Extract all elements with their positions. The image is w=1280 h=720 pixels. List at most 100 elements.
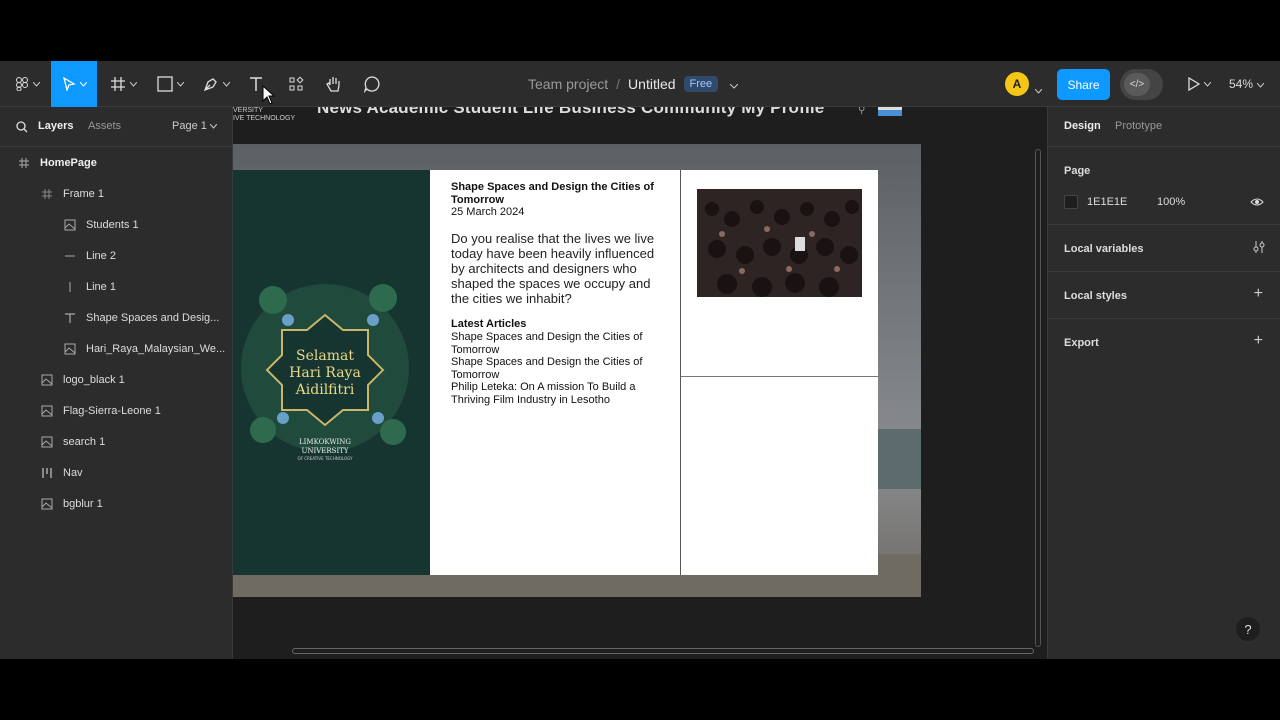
layer-row[interactable]: Hari_Raya_Malaysian_We... xyxy=(0,333,232,364)
homepage-frame[interactable]: VERSITY IVE TECHNOLOGY News Academic Stud… xyxy=(233,107,921,597)
layer-row[interactable]: Frame 1 xyxy=(0,178,232,209)
latest-articles-heading: Latest Articles xyxy=(451,318,527,330)
tab-assets[interactable]: Assets xyxy=(88,120,121,132)
chevron-down-icon[interactable] xyxy=(729,76,739,92)
plus-icon[interactable]: + xyxy=(1254,285,1263,303)
image-icon xyxy=(40,373,54,387)
local-variables-section[interactable]: Local variables xyxy=(1048,225,1280,272)
comment-tool-button[interactable] xyxy=(358,61,386,107)
figma-logo-icon xyxy=(15,77,28,91)
resources-button[interactable] xyxy=(282,61,310,107)
components-icon xyxy=(289,76,304,91)
layer-row[interactable]: Line 2 xyxy=(0,240,232,271)
text-icon xyxy=(63,311,77,325)
zoom-menu[interactable]: 54% xyxy=(1229,61,1265,107)
layer-name: Line 1 xyxy=(86,280,116,293)
layer-row[interactable]: logo_black 1 xyxy=(0,364,232,395)
latest-article-item: Shape Spaces and Design the Cities of To… xyxy=(451,331,643,356)
eye-icon[interactable] xyxy=(1250,195,1264,213)
layer-row[interactable]: Students 1 xyxy=(0,209,232,240)
layer-row[interactable]: HomePage xyxy=(0,147,232,178)
frame-icon xyxy=(40,187,54,201)
latest-article-item: Philip Leteka: On A mission To Build a T… xyxy=(451,381,636,406)
share-button[interactable]: Share xyxy=(1057,69,1110,100)
layer-row[interactable]: search 1 xyxy=(0,426,232,457)
play-icon xyxy=(1187,77,1200,91)
page-selector-label: Page 1 xyxy=(172,120,207,132)
city-buildings xyxy=(878,429,921,489)
page-selector[interactable]: Page 1 xyxy=(172,120,218,132)
ornament-graphic: Selamat Hari Raya Aidilfitri LIMKOKWING … xyxy=(233,170,431,575)
export-section[interactable]: Export + xyxy=(1048,319,1280,366)
shape-tool-button[interactable] xyxy=(150,61,190,107)
layer-name: Hari_Raya_Malaysian_We... xyxy=(86,342,226,355)
layer-row[interactable]: Shape Spaces and Desig... xyxy=(0,302,232,333)
tab-layers[interactable]: Layers xyxy=(38,120,73,132)
chevron-down-icon xyxy=(32,81,40,87)
layer-row[interactable]: Nav xyxy=(0,457,232,488)
layer-name: HomePage xyxy=(40,156,97,169)
chevron-down-icon[interactable] xyxy=(1034,81,1043,99)
chevron-down-icon xyxy=(222,81,230,87)
layer-name: Flag-Sierra-Leone 1 xyxy=(63,404,161,417)
chevron-down-icon xyxy=(1203,81,1211,87)
chevron-down-icon xyxy=(209,123,218,129)
poster-uni1: LIMKOKWING xyxy=(299,438,351,446)
cursor-icon xyxy=(62,77,76,91)
local-variables-label: Local variables xyxy=(1064,243,1144,255)
hand-icon xyxy=(326,77,340,92)
pen-tool-button[interactable] xyxy=(196,61,236,107)
page-opacity-value[interactable]: 100% xyxy=(1157,196,1185,208)
line-1 xyxy=(680,170,681,575)
nav-bar: VERSITY IVE TECHNOLOGY News Academic Stud… xyxy=(233,107,921,144)
export-label: Export xyxy=(1064,337,1099,349)
dev-mode-toggle[interactable]: </> xyxy=(1120,69,1163,100)
design-canvas[interactable]: VERSITY IVE TECHNOLOGY News Academic Stud… xyxy=(233,107,1047,659)
article-body: Do you realise that the lives we live to… xyxy=(451,231,655,306)
image-icon xyxy=(63,218,77,232)
frame-tool-button[interactable] xyxy=(103,61,143,107)
layer-name: bgblur 1 xyxy=(63,497,103,510)
search-icon: ⚲ xyxy=(858,107,866,116)
article-title: Shape Spaces and Design the Cities of To… xyxy=(451,181,654,206)
layer-row[interactable]: bgblur 1 xyxy=(0,488,232,519)
pen-icon xyxy=(203,78,217,92)
layer-row[interactable]: Flag-Sierra-Leone 1 xyxy=(0,395,232,426)
left-panel-tabs: Layers Assets Page 1 xyxy=(0,107,233,147)
chevron-down-icon xyxy=(79,81,87,87)
article-card: Shape Spaces and Design the Cities of To… xyxy=(430,170,878,575)
tab-prototype[interactable]: Prototype xyxy=(1115,120,1162,132)
tab-design[interactable]: Design xyxy=(1064,120,1101,132)
image-icon xyxy=(63,342,77,356)
frame-icon xyxy=(17,156,31,170)
plus-icon[interactable]: + xyxy=(1254,332,1263,350)
page-color-swatch[interactable] xyxy=(1064,195,1078,209)
move-tool-button[interactable] xyxy=(51,61,97,107)
image-icon xyxy=(40,497,54,511)
layer-name: Frame 1 xyxy=(63,187,104,200)
latest-article-item: Shape Spaces and Design the Cities of To… xyxy=(451,356,643,381)
file-name[interactable]: Untitled xyxy=(628,76,675,92)
frame-icon xyxy=(110,77,125,91)
present-button[interactable] xyxy=(1182,61,1216,107)
vertical-scrollbar[interactable] xyxy=(1035,149,1041,647)
horizontal-scrollbar[interactable] xyxy=(292,648,1034,654)
page-color-value[interactable]: 1E1E1E xyxy=(1087,196,1127,208)
hand-tool-button[interactable] xyxy=(320,61,348,107)
layer-name: Nav xyxy=(63,466,83,479)
layer-row[interactable]: Line 1 xyxy=(0,271,232,302)
search-icon[interactable] xyxy=(16,120,28,138)
plan-badge: Free xyxy=(683,76,719,92)
main-menu-button[interactable] xyxy=(8,61,46,107)
team-name[interactable]: Team project xyxy=(528,76,608,92)
variables-icon[interactable] xyxy=(1253,240,1265,259)
user-avatar[interactable]: A xyxy=(1005,72,1029,96)
students-photo xyxy=(697,189,862,297)
layer-name: search 1 xyxy=(63,435,106,448)
local-styles-section[interactable]: Local styles + xyxy=(1048,272,1280,319)
line-icon xyxy=(63,280,77,294)
top-toolbar: Team project / Untitled Free A Share </>… xyxy=(0,61,1280,107)
breadcrumb-separator: / xyxy=(616,76,621,92)
poster-line2: Hari Raya xyxy=(289,365,361,381)
help-button[interactable]: ? xyxy=(1236,617,1260,641)
